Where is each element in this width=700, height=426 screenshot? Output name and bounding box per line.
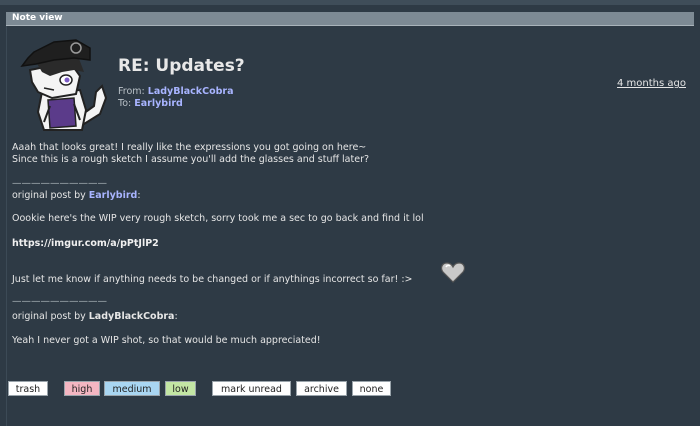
to-label: To: (118, 98, 132, 109)
quote-separator: —————————— (12, 296, 107, 307)
quote-attribution: original post by Earlybird: (12, 190, 141, 202)
sender-avatar[interactable] (14, 32, 112, 132)
attribution-suffix: : (174, 311, 178, 322)
quoted-user-link[interactable]: Earlybird (89, 190, 138, 201)
quote-attribution: original post by LadyBlackCobra: (12, 311, 178, 323)
from-line: From: LadyBlackCobra (118, 86, 234, 98)
quoted-message-line: Oookie here's the WIP very rough sketch,… (12, 213, 424, 224)
note-timestamp[interactable]: 4 months ago (617, 78, 686, 89)
note-meta: From: LadyBlackCobra To: Earlybird (118, 86, 234, 110)
trash-button[interactable]: trash (8, 381, 48, 396)
to-user-link[interactable]: Earlybird (134, 98, 183, 109)
mark-unread-button[interactable]: mark unread (212, 381, 291, 396)
imgur-link[interactable]: https://imgur.com/a/pPtJlP2 (12, 238, 159, 250)
to-line: To: Earlybird (118, 98, 234, 110)
priority-low-button[interactable]: low (165, 381, 196, 396)
message-line: Since this is a rough sketch I assume yo… (12, 154, 370, 165)
note-title: RE: Updates? (118, 56, 245, 76)
panel-header: Note view (6, 12, 694, 26)
from-label: From: (118, 86, 145, 97)
from-user-link[interactable]: LadyBlackCobra (148, 86, 234, 97)
quoted-message-line: Yeah I never got a WIP shot, so that wou… (12, 335, 321, 346)
priority-medium-button[interactable]: medium (104, 381, 160, 396)
heart-emoticon-icon (441, 262, 465, 283)
priority-high-button[interactable]: high (64, 381, 100, 396)
attribution-prefix: original post by (12, 311, 89, 322)
archive-button[interactable]: archive (296, 381, 347, 396)
top-bar (0, 0, 700, 5)
quoted-user-link[interactable]: LadyBlackCobra (89, 311, 175, 322)
quoted-message-line: Just let me know if anything needs to be… (12, 274, 413, 285)
panel-title: Note view (12, 13, 63, 23)
priority-none-button[interactable]: none (352, 381, 391, 396)
quote-separator: —————————— (12, 178, 107, 189)
attribution-suffix: : (137, 190, 141, 201)
attribution-prefix: original post by (12, 190, 89, 201)
message-line: Aaah that looks great! I really like the… (12, 142, 367, 153)
